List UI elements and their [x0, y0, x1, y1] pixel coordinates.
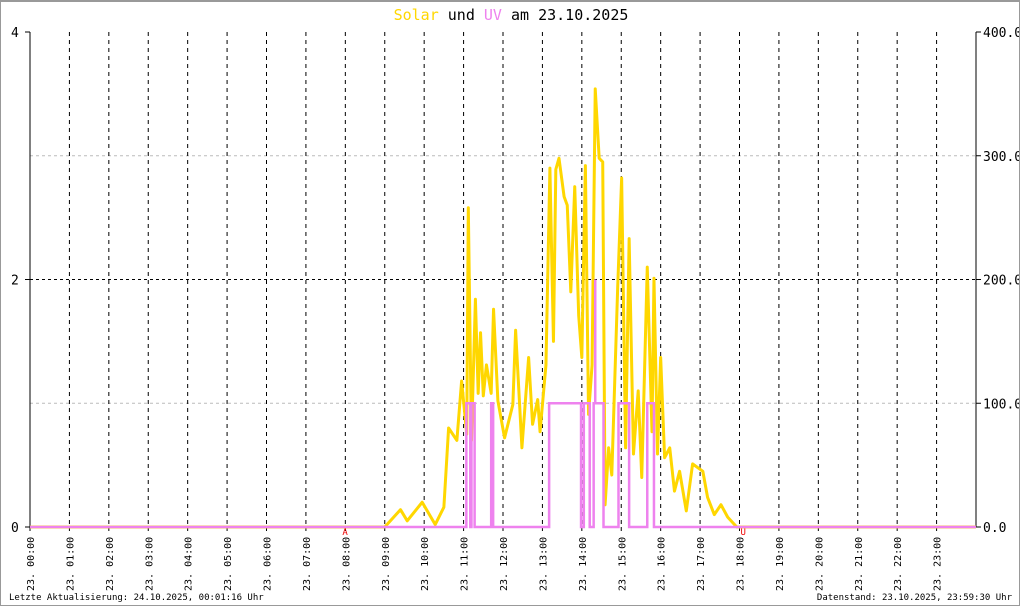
y-right-tick-label: 400.0	[983, 26, 1020, 41]
x-tick-label: 23. 13:00	[538, 537, 549, 591]
x-tick-label: 23. 01:00	[65, 537, 76, 591]
y-left-tick-label: 2	[11, 274, 19, 289]
x-tick-label: 23. 04:00	[184, 537, 195, 591]
data-state-text: Datenstand: 23.10.2025, 23:59:30 Uhr	[816, 593, 1012, 603]
x-tick-label: 23. 17:00	[696, 537, 707, 591]
x-tick-label: 23. 19:00	[775, 537, 786, 591]
y-right-tick-label: 100.0	[983, 397, 1020, 412]
x-tick-label: 23. 20:00	[814, 537, 825, 591]
x-tick-label: 23. 10:00	[420, 537, 431, 591]
y-left-tick-label: 0	[11, 521, 19, 536]
x-tick-label: 23. 14:00	[578, 537, 589, 591]
y-right-tick-label: 300.0	[983, 150, 1020, 165]
last-update-text: Letzte Aktualisierung: 24.10.2025, 00:01…	[9, 593, 264, 603]
x-tick-label: 23. 12:00	[499, 537, 510, 591]
x-tick-label: 23. 05:00	[223, 537, 234, 591]
x-tick-label: 23. 02:00	[105, 537, 116, 591]
x-tick-label: 23. 23:00	[933, 537, 944, 591]
plot-area: 23. 00:00 23. 01:00 23. 02:00 23. 03:00 23. …	[11, 26, 1020, 591]
x-tick-label: 23. 11:00	[460, 537, 471, 591]
chart-window: Solar und UV am 23.10.2025 23. 00:00 23. …	[0, 0, 1020, 606]
sun-marker: U	[740, 528, 745, 538]
x-tick-label: 23. 08:00	[341, 537, 352, 591]
y-right-tick-label: 0.0	[983, 521, 1006, 536]
x-tick-label: 23. 09:00	[381, 537, 392, 591]
x-tick-label: 23. 16:00	[657, 537, 668, 591]
x-tick-label: 23. 00:00	[26, 537, 37, 591]
y-left-tick-label: 4	[11, 26, 19, 41]
y-right-tick-label: 200.0	[983, 274, 1020, 289]
x-tick-label: 23. 03:00	[144, 537, 155, 591]
x-tick-label: 23. 22:00	[893, 537, 904, 591]
x-tick-label: 23. 21:00	[854, 537, 865, 591]
x-tick-label: 23. 06:00	[263, 537, 274, 591]
sun-marker: A	[342, 528, 348, 538]
x-tick-label: 23. 07:00	[302, 537, 313, 591]
x-tick-label: 23. 18:00	[736, 537, 747, 591]
x-tick-label: 23. 15:00	[617, 537, 628, 591]
